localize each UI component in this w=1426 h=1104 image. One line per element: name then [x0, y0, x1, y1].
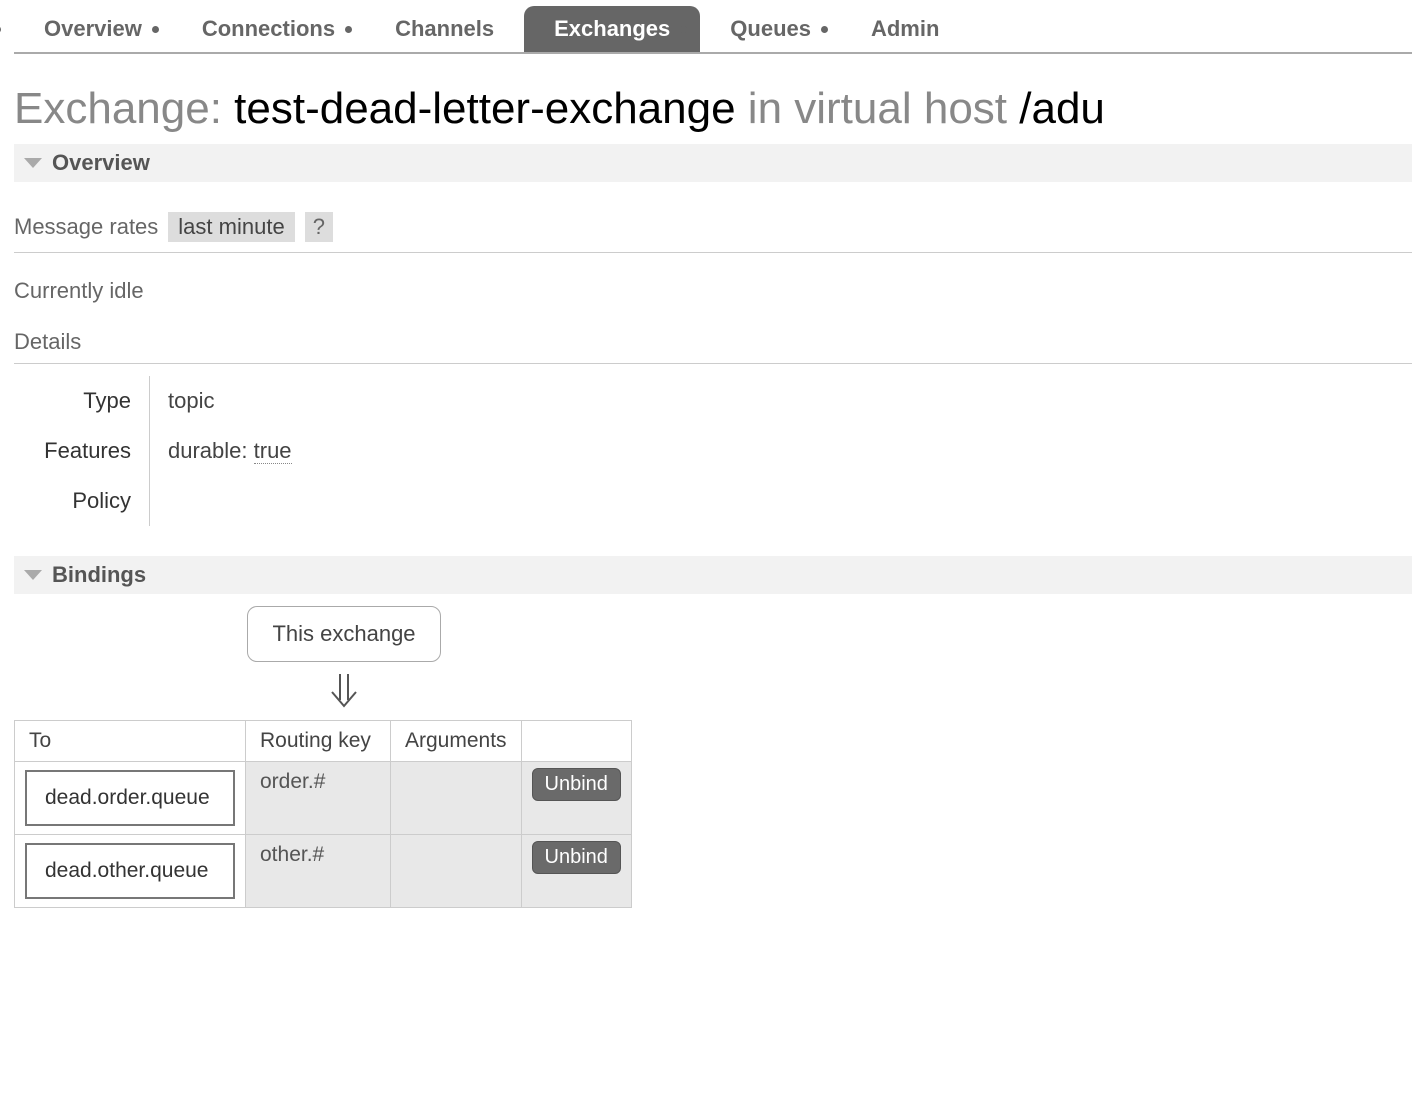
routing-key-cell: order.# [246, 762, 391, 835]
detail-policy-value [149, 476, 1412, 526]
nav-connections[interactable]: Connections [172, 6, 365, 52]
detail-features-value: durable: true [149, 426, 1412, 476]
nav-channels[interactable]: Channels [365, 6, 524, 52]
nav-exchanges[interactable]: Exchanges [524, 6, 700, 52]
title-mid: in virtual host [736, 84, 1020, 133]
unbind-button[interactable]: Unbind [532, 768, 621, 801]
detail-type-value: topic [149, 376, 1412, 426]
col-actions [521, 721, 631, 762]
help-icon[interactable]: ? [305, 212, 333, 242]
message-rates-row: Message rates last minute ? [14, 212, 1412, 253]
bindings-body: This exchange To Routing key Arguments d… [14, 606, 1412, 908]
section-bindings-title: Bindings [52, 562, 146, 588]
chevron-down-icon [24, 570, 42, 580]
col-to: To [15, 721, 246, 762]
detail-features-label: Features [14, 426, 149, 476]
binding-row: dead.order.queue order.# Unbind [15, 762, 632, 835]
detail-policy-label: Policy [14, 476, 149, 526]
section-overview-toggle[interactable]: Overview [14, 144, 1412, 182]
nav-overview[interactable]: Overview [14, 6, 172, 52]
main-nav: Overview Connections Channels Exchanges … [14, 0, 1412, 54]
col-routing-key: Routing key [246, 721, 391, 762]
details-header: Details [14, 329, 1412, 364]
routing-key-cell: other.# [246, 835, 391, 908]
chevron-down-icon [24, 158, 42, 168]
arguments-cell [391, 762, 522, 835]
col-arguments: Arguments [391, 721, 522, 762]
queue-link[interactable]: dead.other.queue [25, 843, 235, 899]
bindings-table: To Routing key Arguments dead.order.queu… [14, 720, 632, 908]
exchange-diagram: This exchange [14, 606, 674, 720]
rates-label: Message rates [14, 214, 158, 240]
idle-status: Currently idle [14, 278, 1412, 304]
section-overview-title: Overview [52, 150, 150, 176]
title-prefix: Exchange: [14, 84, 234, 133]
overview-body: Message rates last minute ? Currently id… [14, 212, 1412, 526]
page-title: Exchange: test-dead-letter-exchange in v… [14, 84, 1412, 134]
exchange-name: test-dead-letter-exchange [234, 84, 735, 133]
detail-type-label: Type [14, 376, 149, 426]
feature-durable-value: true [254, 438, 292, 464]
nav-admin[interactable]: Admin [841, 6, 969, 52]
arguments-cell [391, 835, 522, 908]
details-table: Type topic Features durable: true Policy [14, 376, 1412, 526]
binding-row: dead.other.queue other.# Unbind [15, 835, 632, 908]
feature-durable-key: durable: [168, 438, 254, 463]
queue-link[interactable]: dead.order.queue [25, 770, 235, 826]
rates-timeframe-select[interactable]: last minute [168, 212, 294, 242]
vhost-name: /adu [1019, 84, 1105, 133]
this-exchange-box: This exchange [247, 606, 440, 662]
arrow-down-icon [324, 670, 364, 710]
unbind-button[interactable]: Unbind [532, 841, 621, 874]
section-bindings-toggle[interactable]: Bindings [14, 556, 1412, 594]
